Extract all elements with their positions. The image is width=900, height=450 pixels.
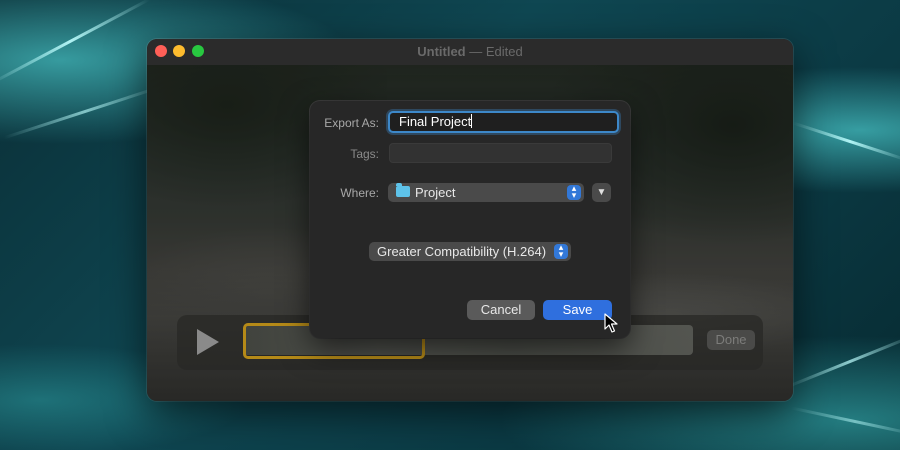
export-as-label: Export As:: [324, 116, 379, 130]
done-button[interactable]: Done: [707, 330, 755, 350]
folder-icon: [396, 183, 410, 197]
chevron-down-icon: ▼: [596, 187, 607, 198]
edited-status: Edited: [485, 44, 523, 59]
window-title: Untitled — Edited: [147, 44, 793, 59]
export-as-value: Final Project: [399, 114, 472, 129]
play-icon[interactable]: [197, 329, 219, 355]
wallpaper-streak: [0, 0, 151, 86]
text-caret: [471, 114, 473, 128]
export-as-input[interactable]: Final Project: [388, 111, 619, 133]
title-separator: —: [469, 44, 483, 59]
export-sheet: Export As: Final Project Tags: Where: Pr…: [310, 101, 630, 338]
cancel-button[interactable]: Cancel: [467, 300, 535, 320]
wallpaper-streak: [792, 121, 900, 162]
up-down-chevron-icon: ▴ ▾: [567, 184, 581, 200]
wallpaper-streak: [784, 333, 900, 390]
mouse-pointer-icon: [604, 313, 618, 333]
format-value: Greater Compatibility (H.264): [377, 244, 547, 259]
tags-input[interactable]: [389, 143, 612, 163]
up-down-chevron-icon: ▴ ▾: [554, 243, 568, 259]
where-value: Project: [415, 185, 456, 200]
where-label: Where:: [340, 186, 379, 200]
wallpaper-streak: [3, 83, 167, 140]
document-name: Untitled: [417, 44, 466, 59]
where-select[interactable]: Project ▴ ▾: [388, 183, 584, 202]
wallpaper-streak: [791, 406, 900, 437]
save-button[interactable]: Save: [543, 300, 612, 320]
expand-save-panel-button[interactable]: ▼: [592, 183, 611, 202]
tags-label: Tags:: [350, 147, 379, 161]
title-bar: Untitled — Edited: [147, 39, 793, 66]
format-select[interactable]: Greater Compatibility (H.264) ▴ ▾: [369, 242, 571, 261]
